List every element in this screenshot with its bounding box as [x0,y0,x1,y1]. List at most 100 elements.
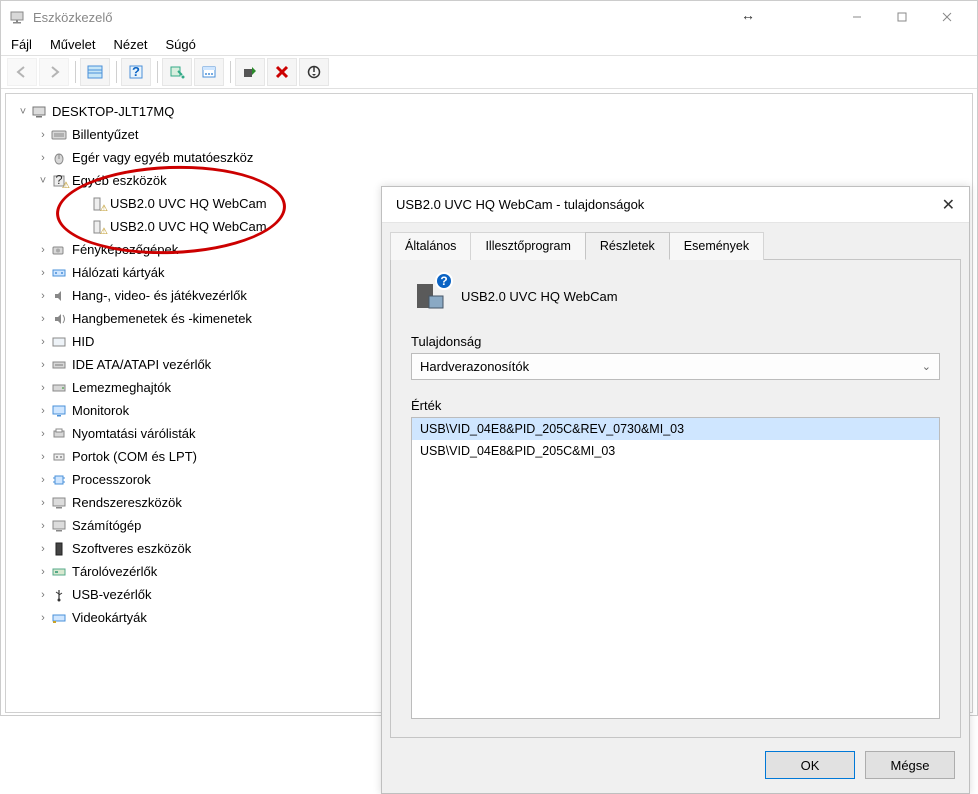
mouse-icon [50,150,68,166]
tree-node-label: Hálózati kártyák [72,265,164,280]
display-adapter-icon [50,610,68,626]
scan-hardware-button[interactable] [162,58,192,86]
tree-node-label: Videokártyák [72,610,147,625]
tree-node-label: HID [72,334,94,349]
menu-view[interactable]: Nézet [113,37,147,52]
software-device-icon [50,541,68,557]
title-bar: Eszközkezelő ↔ [1,1,977,33]
expand-icon[interactable]: › [36,244,50,256]
svg-text:?: ? [55,174,62,187]
dialog-title: USB2.0 UVC HQ WebCam - tulajdonságok [396,197,925,212]
tree-node-label: Egér vagy egyéb mutatóeszköz [72,150,253,165]
expand-icon[interactable]: › [36,359,50,371]
tree-node-label: IDE ATA/ATAPI vezérlők [72,357,211,372]
disable-button[interactable] [299,58,329,86]
expand-icon[interactable]: › [36,428,50,440]
tree-node-label: Billentyűzet [72,127,138,142]
forward-button[interactable] [39,58,69,86]
toolbar: ? [1,55,977,89]
tab-general[interactable]: Általános [390,232,471,260]
expand-icon[interactable]: › [36,520,50,532]
tree-node-label: Lemezmeghajtók [72,380,171,395]
list-item[interactable]: USB\VID_04E8&PID_205C&MI_03 [412,440,939,462]
property-select-value: Hardverazonosítók [420,359,529,374]
tree-node-label: Hangbemenetek és -kimenetek [72,311,252,326]
ok-button[interactable]: OK [765,751,855,779]
expand-icon[interactable]: › [36,612,50,624]
expand-icon[interactable]: › [36,336,50,348]
device-header: ? USB2.0 UVC HQ WebCam [411,278,940,314]
uninstall-button[interactable] [267,58,297,86]
tree-node-label: Hang-, video- és játékvezérlők [72,288,247,303]
dialog-buttons: OK Mégse [382,748,969,793]
svg-text:?: ? [132,65,140,79]
storage-controller-icon [50,564,68,580]
device-name: USB2.0 UVC HQ WebCam [461,289,618,304]
unknown-device-icon [88,219,106,235]
expand-icon[interactable]: › [36,405,50,417]
window-controls [834,3,969,31]
print-queue-icon [50,426,68,442]
tab-events[interactable]: Események [669,232,764,260]
expand-icon[interactable]: › [36,543,50,555]
cancel-button[interactable]: Mégse [865,751,955,779]
tree-node-label: USB-vezérlők [72,587,151,602]
value-listbox[interactable]: USB\VID_04E8&PID_205C&REV_0730&MI_03 USB… [411,417,940,719]
tree-node[interactable]: › Egér vagy egyéb mutatóeszköz [36,146,968,169]
chevron-down-icon: ⌄ [922,360,931,373]
back-button[interactable] [7,58,37,86]
expand-icon[interactable]: › [36,497,50,509]
tree-node-label: Egyéb eszközök [72,173,167,188]
list-item[interactable]: USB\VID_04E8&PID_205C&REV_0730&MI_03 [412,418,939,440]
tree-root[interactable]: ˅ DESKTOP-JLT17MQ [16,100,968,123]
tree-root-label: DESKTOP-JLT17MQ [52,104,174,119]
expand-icon[interactable]: › [36,382,50,394]
maximize-button[interactable] [879,3,924,31]
help-button[interactable]: ? [121,58,151,86]
ports-icon [50,449,68,465]
monitor-icon [50,403,68,419]
expand-icon[interactable]: › [36,129,50,141]
property-select[interactable]: Hardverazonosítók ⌄ [411,353,940,380]
tree-node-label: Monitorok [72,403,129,418]
tree-node-label: Rendszereszközök [72,495,182,510]
menu-action[interactable]: Művelet [50,37,96,52]
dialog-close-button[interactable]: ✕ [925,195,955,215]
computer-icon [50,518,68,534]
expand-icon[interactable]: › [36,313,50,325]
minimize-button[interactable] [834,3,879,31]
update-driver-button[interactable] [235,58,265,86]
menu-file[interactable]: Fájl [11,37,32,52]
collapse-icon[interactable]: ˅ [36,175,50,187]
expand-icon[interactable]: › [36,152,50,164]
expand-icon[interactable]: › [36,290,50,302]
expand-icon[interactable]: › [36,267,50,279]
tab-details[interactable]: Részletek [585,232,670,260]
disk-icon [50,380,68,396]
tree-node-label: USB2.0 UVC HQ WebCam [110,196,267,211]
unknown-device-icon [88,196,106,212]
show-hide-tree-button[interactable] [80,58,110,86]
hid-icon [50,334,68,350]
sound-icon [50,288,68,304]
tab-driver[interactable]: Illesztőprogram [470,232,585,260]
expand-icon[interactable]: › [36,566,50,578]
processor-icon [50,472,68,488]
expand-icon[interactable]: › [36,451,50,463]
properties-button[interactable] [194,58,224,86]
close-button[interactable] [924,3,969,31]
expand-icon[interactable]: › [36,474,50,486]
help-badge-icon: ? [435,272,453,290]
tree-node[interactable]: › Billentyűzet [36,123,968,146]
expand-icon[interactable]: › [36,589,50,601]
ide-icon [50,357,68,373]
device-manager-icon [9,9,25,25]
other-devices-icon: ? [50,173,68,189]
value-label: Érték [411,398,940,413]
system-icon [50,495,68,511]
menu-help[interactable]: Súgó [165,37,195,52]
tree-node-label: Portok (COM és LPT) [72,449,197,464]
menu-bar: Fájl Művelet Nézet Súgó [1,33,977,55]
dialog-title-bar[interactable]: USB2.0 UVC HQ WebCam - tulajdonságok ✕ [382,187,969,223]
collapse-icon[interactable]: ˅ [16,106,30,118]
